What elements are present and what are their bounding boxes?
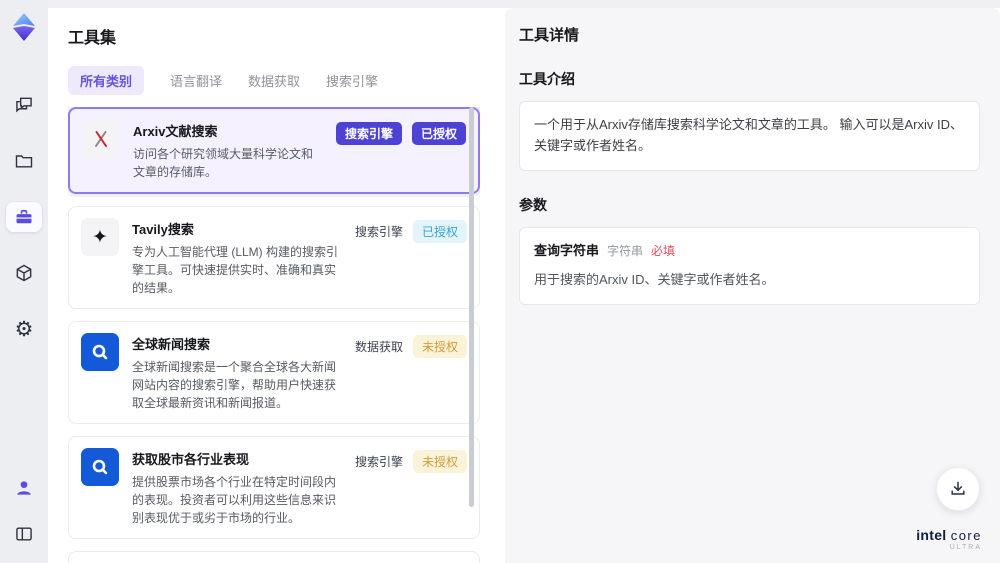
tab-all-categories[interactable]: 所有类别 — [68, 66, 145, 95]
param-box: 查询字符串 字符串 必填 用于搜索的Arxiv ID、关键字或作者姓名。 — [519, 226, 980, 306]
scrollbar-thumb[interactable] — [469, 107, 474, 507]
user-icon[interactable] — [6, 473, 42, 503]
category-badge: 搜索引擎 — [335, 122, 402, 145]
params-heading: 参数 — [519, 196, 547, 213]
tab-language-translation[interactable]: 语言翻译 — [170, 66, 222, 95]
arxiv-logo-icon — [82, 120, 120, 158]
category-label: 数据获取 — [354, 340, 403, 354]
param-name: 查询字符串 — [534, 242, 600, 258]
chat-icon[interactable] — [6, 90, 42, 120]
tool-card-global-news[interactable]: 全球新闻搜索 全球新闻搜索是一个聚合全球各大新闻网站内容的搜索引擎，帮助用户快速… — [68, 321, 480, 424]
tool-card-list: Arxiv文献搜索 访问各个研究领域大量科学论文和文章的存储库。 搜索引擎 已授… — [68, 107, 480, 563]
toolbox-icon[interactable] — [6, 202, 42, 232]
toolset-panel: 工具集 所有类别 语言翻译 数据获取 搜索引擎 Arxiv文献搜索 访问各个研究… — [48, 8, 497, 563]
settings-gear-icon[interactable]: ⚙ — [6, 314, 42, 344]
brand-intel: intel — [916, 527, 947, 543]
tool-card-active-stocks[interactable]: 获取市场最活跃股票信息 提供当天交易量最高的股票列表，投资者可以利用这些信息来识… — [68, 551, 480, 563]
tool-name: Arxiv文献搜索 — [133, 124, 218, 139]
intel-core-logo: intel core ULTRA — [916, 527, 982, 551]
tool-desc: 提供股票市场各个行业在特定时间段内的表现。投资者可以利用这些信息来识别表现优于或… — [132, 475, 337, 525]
auth-status-badge: 已授权 — [411, 122, 466, 145]
panel-toggle-icon[interactable] — [6, 519, 42, 549]
detail-title: 工具详情 — [519, 27, 580, 44]
tool-name: 获取股市各行业表现 — [132, 452, 250, 467]
tool-desc: 访问各个研究领域大量科学论文和文章的存储库。 — [133, 147, 314, 179]
param-type: 字符串 — [607, 243, 644, 258]
intro-text: 一个用于从Arxiv存储库搜索科学论文和文章的工具。 输入可以是Arxiv ID… — [534, 117, 964, 153]
tool-desc: 全球新闻搜索是一个聚合全球各大新闻网站内容的搜索引擎，帮助用户快速获取全球最新资… — [132, 360, 337, 410]
category-label: 搜索引擎 — [354, 225, 403, 239]
auth-status-badge: 未授权 — [412, 450, 467, 473]
stock-search-icon — [81, 448, 119, 486]
download-icon — [951, 481, 965, 495]
tool-card-arxiv[interactable]: Arxiv文献搜索 访问各个研究领域大量科学论文和文章的存储库。 搜索引擎 已授… — [68, 107, 480, 194]
tab-data-acquisition[interactable]: 数据获取 — [248, 66, 300, 95]
auth-status-badge: 未授权 — [412, 335, 467, 358]
tool-desc: 专为人工智能代理 (LLM) 构建的搜索引擎工具。可快速提供实时、准确和真实的结… — [132, 245, 339, 295]
param-required-flag: 必填 — [651, 243, 676, 258]
news-search-icon — [81, 333, 119, 371]
param-desc: 用于搜索的Arxiv ID、关键字或作者姓名。 — [534, 272, 775, 288]
intro-box: 一个用于从Arxiv存储库搜索科学论文和文章的工具。 输入可以是Arxiv ID… — [519, 101, 980, 171]
top-strip — [48, 0, 1000, 8]
tool-card-tavily[interactable]: ✦ Tavily搜索 专为人工智能代理 (LLM) 构建的搜索引擎工具。可快速提… — [68, 206, 480, 309]
tool-details-panel: 工具详情 工具介绍 一个用于从Arxiv存储库搜索科学论文和文章的工具。 输入可… — [505, 8, 1000, 563]
page-title: 工具集 — [68, 30, 117, 47]
tool-name: Tavily搜索 — [132, 222, 194, 237]
category-tabs: 所有类别 语言翻译 数据获取 搜索引擎 — [68, 66, 497, 95]
app-logo-icon — [9, 12, 39, 42]
brand-sub: ULTRA — [949, 544, 982, 551]
tavily-star-icon: ✦ — [81, 218, 119, 256]
download-button[interactable] — [936, 467, 980, 511]
list-scrollbar[interactable] — [469, 107, 474, 563]
tool-card-stock-sectors[interactable]: 获取股市各行业表现 提供股票市场各个行业在特定时间段内的表现。投资者可以利用这些… — [68, 436, 480, 539]
cube-icon[interactable] — [6, 258, 42, 288]
intro-heading: 工具介绍 — [519, 71, 575, 87]
tool-name: 全球新闻搜索 — [132, 337, 211, 352]
brand-core: core — [950, 528, 982, 543]
auth-status-badge: 已授权 — [412, 220, 467, 243]
icon-rail: ⚙ — [0, 0, 48, 563]
folder-icon[interactable] — [6, 146, 42, 176]
tab-search-engine[interactable]: 搜索引擎 — [326, 66, 378, 95]
category-label: 搜索引擎 — [354, 455, 403, 469]
